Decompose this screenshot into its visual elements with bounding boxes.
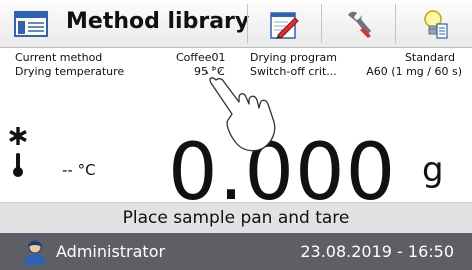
top-toolbar: Method library (0, 0, 472, 48)
weight-unit[interactable]: g (422, 150, 444, 190)
tap-gesture-icon (206, 66, 276, 152)
temperature-readout: -- °C (62, 161, 96, 179)
asterisk-icon (9, 127, 27, 145)
status-message-bar: Place sample pan and tare (0, 202, 472, 233)
date-time: 23.08.2019 - 16:50 (300, 242, 454, 261)
current-method-value: Coffee01 (176, 51, 226, 64)
drying-temperature-label: Drying temperature (15, 65, 125, 78)
switch-off-criterion-value: A60 (1 mg / 60 s) (366, 65, 462, 78)
settings-button[interactable] (322, 0, 394, 47)
bottom-status-bar: Administrator 23.08.2019 - 16:50 (0, 233, 472, 270)
thermometer-icon (13, 153, 23, 177)
user-icon (24, 240, 46, 265)
method-library-button[interactable]: Method library (0, 0, 250, 47)
page-title: Method library (66, 9, 250, 34)
drying-program-value: Standard (404, 51, 455, 64)
user-name: Administrator (56, 242, 166, 261)
edit-icon (270, 12, 299, 39)
current-method-label: Current method (15, 51, 103, 64)
help-bulb-icon (424, 10, 448, 39)
user-button[interactable]: Administrator (0, 233, 200, 270)
method-library-icon (14, 11, 48, 37)
status-message: Place sample pan and tare (122, 208, 350, 228)
edit-button[interactable] (248, 0, 320, 47)
drying-program-label: Drying program (250, 51, 337, 64)
settings-wrench-icon (348, 11, 371, 38)
help-button[interactable] (396, 0, 472, 47)
